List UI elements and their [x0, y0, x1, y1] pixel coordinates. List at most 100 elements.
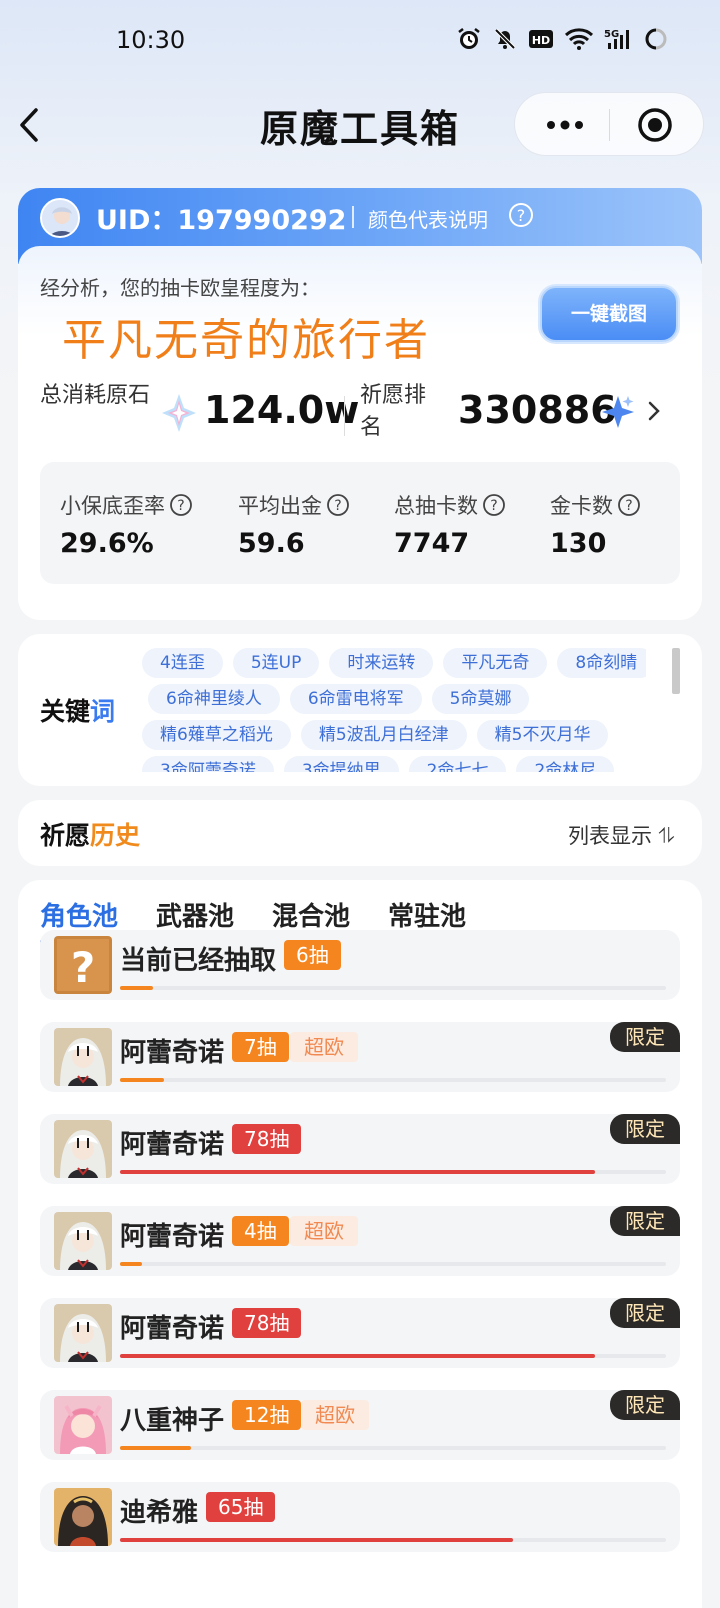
- keyword-chip[interactable]: 2命七七: [408, 756, 507, 772]
- keyword-chip[interactable]: 6命神里绫人: [148, 684, 280, 714]
- history-title-main: 祈愿: [40, 821, 91, 850]
- stat-avg-gold: 平均出金 ? 59.6: [238, 490, 350, 559]
- pull-count-badge: 4抽: [232, 1216, 289, 1246]
- pull-count-badge: 6抽: [284, 940, 341, 970]
- keywords-scrollbar[interactable]: [672, 648, 680, 694]
- pull-record[interactable]: 迪希雅 65抽: [40, 1482, 680, 1552]
- character-name: 当前已经抽取: [120, 946, 277, 976]
- svg-text:?: ?: [490, 498, 497, 514]
- stat-label: 总抽卡数: [394, 494, 478, 518]
- character-name: 八重神子: [120, 1406, 225, 1436]
- help-icon[interactable]: ?: [482, 493, 506, 517]
- pull-record[interactable]: 八重神子 12抽 超欧 限定: [40, 1390, 680, 1460]
- nav-bar: 原魔工具箱: [0, 90, 720, 160]
- lucky-badge: 超欧: [301, 1400, 369, 1430]
- pity-progress-track: [120, 1446, 666, 1450]
- history-title-accent: 历史: [90, 821, 141, 850]
- character-name: 阿蕾奇诺: [120, 1222, 225, 1252]
- svg-text:?: ?: [625, 498, 632, 514]
- pity-progress-fill: [120, 1538, 514, 1542]
- keyword-chip[interactable]: 2命林尼: [516, 756, 615, 772]
- character-avatar: [54, 1212, 112, 1270]
- keyword-chip[interactable]: 精6薙草之稻光: [142, 720, 291, 750]
- mute-bell-icon: [494, 28, 516, 50]
- color-explain-link[interactable]: 颜色代表说明: [368, 204, 488, 233]
- stat-value: 59.6: [238, 528, 305, 559]
- stat-label: 小保底歪率: [60, 494, 165, 518]
- status-bar: 10:30 HD 5G: [0, 0, 720, 80]
- uid-separator: [352, 206, 354, 228]
- stat-label: 平均出金: [238, 494, 322, 518]
- lucky-badge: 超欧: [290, 1216, 358, 1246]
- stat-value: 130: [550, 528, 607, 559]
- limited-badge: 限定: [610, 1298, 680, 1328]
- keyword-chip[interactable]: 8命刻晴: [557, 648, 646, 678]
- pull-record[interactable]: 阿蕾奇诺 4抽 超欧 限定: [40, 1206, 680, 1276]
- hd-icon: HD: [529, 30, 553, 48]
- pool-card: 角色池 武器池 混合池 常驻池 ? 当前已经抽取 6抽 阿蕾奇诺 7抽 超欧 限定 阿蕾奇诺 78抽限…: [18, 880, 702, 1608]
- pity-progress-fill: [120, 1170, 596, 1174]
- character-name: 阿蕾奇诺: [120, 1314, 225, 1344]
- stat-separator: [344, 396, 345, 436]
- stats-panel: 小保底歪率 ? 29.6% 平均出金 ? 59.6 总抽卡数 ? 7747 金卡…: [40, 462, 680, 584]
- more-dots-icon[interactable]: [543, 111, 587, 139]
- pity-progress-fill: [120, 986, 153, 990]
- spent-label: 总消耗原石: [40, 383, 151, 408]
- pull-record[interactable]: 阿蕾奇诺 78抽 限定: [40, 1114, 680, 1184]
- pull-record[interactable]: ? 当前已经抽取 6抽: [40, 930, 680, 1000]
- screenshot-button[interactable]: 一键截图: [540, 286, 678, 342]
- help-icon[interactable]: ?: [326, 493, 350, 517]
- wish-rank-value[interactable]: 330886: [458, 388, 617, 432]
- pity-progress-track: [120, 1262, 666, 1266]
- pity-progress-track: [120, 986, 666, 990]
- keyword-chip[interactable]: 3命阿蕾奇诺: [142, 756, 274, 772]
- keyword-chip[interactable]: 6命雷电将军: [289, 684, 422, 714]
- keyword-chip[interactable]: 时来运转: [329, 648, 434, 678]
- svg-text:?: ?: [177, 498, 184, 514]
- pull-record[interactable]: 阿蕾奇诺 78抽 限定: [40, 1298, 680, 1368]
- character-name: 阿蕾奇诺: [120, 1038, 225, 1068]
- limited-badge: 限定: [610, 1022, 680, 1052]
- pull-count-badge: 78抽: [232, 1124, 302, 1154]
- limited-badge: 限定: [610, 1114, 680, 1144]
- character-name: 迪希雅: [120, 1498, 199, 1528]
- keyword-chip[interactable]: 精5不灭月华: [476, 720, 609, 750]
- pull-count-badge: 65抽: [206, 1492, 276, 1522]
- help-icon[interactable]: ?: [617, 493, 641, 517]
- keyword-chip[interactable]: 4连歪: [142, 648, 223, 678]
- miniapp-capsule: [514, 92, 704, 156]
- character-avatar: [54, 1028, 112, 1086]
- help-icon[interactable]: ?: [508, 202, 534, 228]
- keyword-row: 6命神里绫人 6命雷电将军 5命莫娜: [142, 684, 646, 714]
- pull-count-badge: 78抽: [232, 1308, 302, 1338]
- keyword-chip[interactable]: 平凡无奇: [443, 648, 548, 678]
- pity-progress-fill: [120, 1354, 596, 1358]
- limited-badge: 限定: [610, 1206, 680, 1236]
- help-icon[interactable]: ?: [169, 493, 193, 517]
- keyword-chip[interactable]: 3命提纳里: [283, 756, 399, 772]
- keyword-chips[interactable]: 4连歪 5连UP 时来运转 平凡无奇 8命刻晴 6命神里绫人 6命雷电将军 5命莫娜精6薙草之…: [142, 648, 646, 772]
- pull-record[interactable]: 阿蕾奇诺 7抽 超欧 限定: [40, 1022, 680, 1092]
- chevron-right-icon[interactable]: [646, 396, 662, 426]
- close-target-icon[interactable]: [637, 107, 673, 143]
- keyword-row: 精6薙草之稻光 精5波乱月白经津 精5不灭月华: [142, 720, 646, 750]
- svg-text:5G: 5G: [604, 29, 619, 40]
- user-avatar[interactable]: [40, 198, 80, 238]
- svg-text:?: ?: [71, 943, 95, 992]
- keyword-chip[interactable]: 5命莫娜: [431, 684, 530, 714]
- pity-progress-track: [120, 1538, 666, 1542]
- stat-total-pulls: 总抽卡数 ? 7747: [394, 490, 506, 559]
- alarm-icon: [458, 28, 480, 49]
- analysis-label: 经分析，您的抽卡欧皇程度为：: [40, 276, 320, 300]
- svg-text:?: ?: [334, 498, 341, 514]
- keyword-chip[interactable]: 精5波乱月白经津: [300, 720, 467, 750]
- status-time: 10:30: [116, 26, 186, 54]
- keywords-card: 关键词 4连歪 5连UP 时来运转 平凡无奇 8命刻晴 6命神里绫人 6命雷电将军 5命莫娜精…: [18, 634, 702, 786]
- keywords-title: 关键词: [40, 692, 115, 728]
- battery-ring-icon: [645, 28, 667, 50]
- keyword-chip[interactable]: 5连UP: [232, 648, 320, 678]
- list-display-toggle[interactable]: 列表显示 ⥮: [568, 820, 674, 850]
- pity-progress-fill: [120, 1078, 164, 1082]
- stat-miss-rate: 小保底歪率 ? 29.6%: [60, 490, 193, 559]
- pull-count-badge: 7抽: [232, 1032, 289, 1062]
